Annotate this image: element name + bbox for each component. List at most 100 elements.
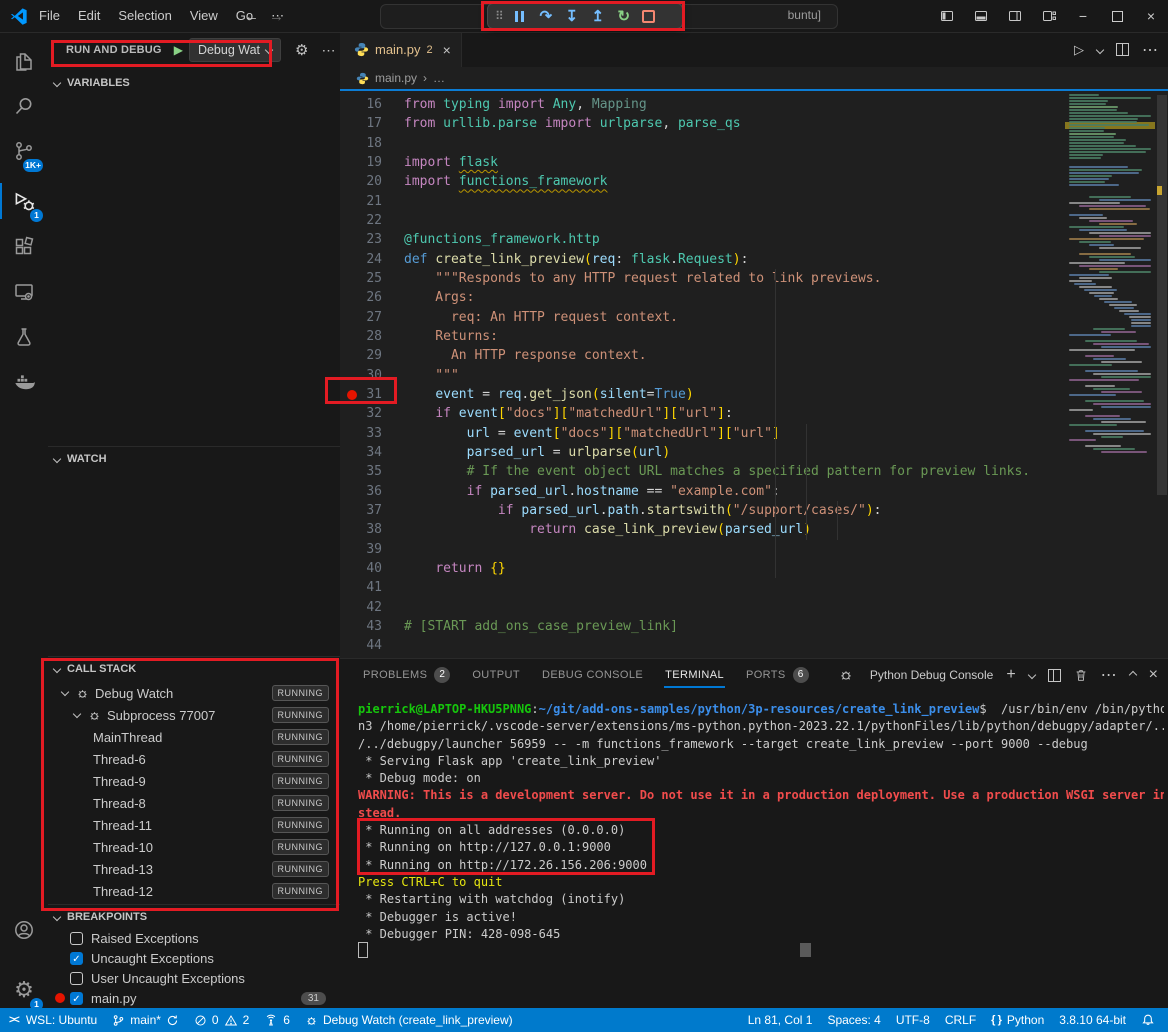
problems-item[interactable]: 0 2: [194, 1013, 249, 1027]
panel-tab-output[interactable]: OUTPUT: [461, 659, 531, 691]
breakpoint-dot: [55, 993, 65, 1003]
kill-terminal-icon[interactable]: [1074, 668, 1088, 682]
stop-icon[interactable]: [642, 10, 655, 23]
call-stack-row[interactable]: Thread-10RUNNING: [48, 836, 340, 858]
indentation[interactable]: Spaces: 4: [827, 1013, 880, 1027]
call-stack-section-header[interactable]: CALL STACK: [48, 658, 340, 680]
branch-item[interactable]: main*: [112, 1013, 179, 1027]
call-stack-row[interactable]: Thread-13RUNNING: [48, 858, 340, 880]
panel-tab-ports[interactable]: PORTS6: [735, 659, 820, 691]
menu-selection[interactable]: Selection: [109, 5, 180, 27]
notifications-bell-icon[interactable]: [1141, 1013, 1155, 1027]
search-icon[interactable]: [0, 84, 48, 128]
split-terminal-icon[interactable]: [1048, 669, 1061, 682]
breakpoint-dot[interactable]: [347, 390, 357, 400]
breakpoints-section-header[interactable]: BREAKPOINTS: [48, 906, 340, 928]
forward-icon[interactable]: →: [269, 8, 284, 25]
back-icon[interactable]: ←: [244, 8, 259, 25]
editor-scrollbar[interactable]: [1156, 91, 1168, 658]
views-more-icon[interactable]: ⋯: [321, 42, 335, 59]
close-panel-icon[interactable]: ×: [1149, 666, 1158, 684]
split-editor-icon[interactable]: [1116, 43, 1129, 56]
panel-tab-problems[interactable]: PROBLEMS2: [352, 659, 461, 691]
editor-more-icon[interactable]: ⋯: [1142, 40, 1158, 60]
toggle-sidebar-icon[interactable]: [930, 0, 964, 32]
remote-indicator[interactable]: >< WSL: Ubuntu: [9, 1013, 97, 1027]
source-control-icon[interactable]: 1K+: [0, 129, 48, 173]
start-debug-icon[interactable]: ▶: [174, 43, 183, 57]
settings-gear-icon[interactable]: ⚙ 1: [0, 968, 48, 1012]
close-icon[interactable]: ×: [1134, 0, 1168, 32]
breakpoint-row[interactable]: ✓Uncaught Exceptions: [48, 948, 340, 968]
breakpoint-row[interactable]: ✓main.py31: [48, 988, 340, 1008]
call-stack-row[interactable]: Thread-6RUNNING: [48, 748, 340, 770]
drag-handle-icon[interactable]: ⠿: [495, 9, 504, 23]
panel-tab-terminal[interactable]: TERMINAL: [654, 659, 735, 691]
scrollbar-thumb[interactable]: [800, 943, 811, 957]
run-and-debug-icon[interactable]: 1: [0, 179, 48, 223]
call-stack-row[interactable]: Subprocess 77007RUNNING: [48, 704, 340, 726]
tab-close-icon[interactable]: ×: [443, 42, 451, 58]
menu-view[interactable]: View: [181, 5, 227, 27]
call-stack-row[interactable]: MainThreadRUNNING: [48, 726, 340, 748]
checkbox[interactable]: ✓: [70, 952, 83, 965]
debug-status-item[interactable]: Debug Watch (create_link_preview): [305, 1013, 513, 1027]
run-python-icon[interactable]: ▷: [1074, 42, 1084, 58]
menu-file[interactable]: File: [30, 5, 69, 27]
panel-tab-debug-console[interactable]: DEBUG CONSOLE: [531, 659, 654, 691]
call-stack-row[interactable]: Thread-12RUNNING: [48, 880, 340, 902]
encoding[interactable]: UTF-8: [896, 1013, 930, 1027]
minimap[interactable]: [1065, 92, 1155, 592]
ports-item[interactable]: 6: [264, 1013, 290, 1027]
step-out-icon[interactable]: ↥: [588, 9, 608, 24]
terminal-dropdown-icon[interactable]: [1027, 671, 1035, 679]
customize-layout-icon[interactable]: [1032, 0, 1066, 32]
remote-explorer-icon[interactable]: [0, 270, 48, 314]
python-interpreter[interactable]: 3.8.10 64-bit: [1059, 1013, 1126, 1027]
testing-icon[interactable]: [0, 315, 48, 359]
launch-config-dropdown[interactable]: Debug Wat: [189, 38, 281, 62]
variables-section-header[interactable]: VARIABLES: [48, 72, 340, 94]
breakpoint-row[interactable]: User Uncaught Exceptions: [48, 968, 340, 988]
breakpoint-row[interactable]: Raised Exceptions: [48, 928, 340, 948]
watch-section-header[interactable]: WATCH: [48, 448, 340, 470]
call-stack-row[interactable]: Thread-9RUNNING: [48, 770, 340, 792]
call-stack-row[interactable]: Debug WatchRUNNING: [48, 682, 340, 704]
call-stack-row[interactable]: Thread-8RUNNING: [48, 792, 340, 814]
new-terminal-icon[interactable]: +: [1006, 667, 1015, 683]
call-stack-row[interactable]: Thread-11RUNNING: [48, 814, 340, 836]
eol-sequence[interactable]: CRLF: [945, 1013, 976, 1027]
scrollbar-thumb[interactable]: [1157, 95, 1167, 495]
checkbox[interactable]: ✓: [70, 992, 83, 1005]
indent-guide: [806, 424, 807, 540]
step-into-icon[interactable]: ↧: [562, 9, 582, 24]
checkbox[interactable]: [70, 932, 83, 945]
restart-icon[interactable]: ↻: [614, 9, 634, 24]
explorer-icon[interactable]: [0, 40, 48, 84]
breadcrumb[interactable]: main.py › …: [340, 67, 1168, 89]
docker-icon[interactable]: [0, 359, 48, 403]
toggle-secondary-sidebar-icon[interactable]: [998, 0, 1032, 32]
language-mode[interactable]: { } Python: [991, 1013, 1044, 1027]
pause-icon[interactable]: [510, 11, 530, 22]
terminal-name[interactable]: Python Debug Console: [870, 668, 993, 682]
breadcrumb-symbol[interactable]: …: [433, 71, 445, 85]
breadcrumb-file[interactable]: main.py: [375, 71, 417, 85]
terminal[interactable]: pierrick@LAPTOP-HKU5PNNG:~/git/add-ons-s…: [358, 701, 1164, 1008]
run-dropdown-icon[interactable]: [1096, 45, 1104, 53]
step-over-icon[interactable]: ↷: [536, 9, 556, 24]
minimize-icon[interactable]: −: [1066, 0, 1100, 32]
panel-more-icon[interactable]: ⋯: [1101, 665, 1117, 685]
minimap-line: [1093, 388, 1130, 390]
cursor-position[interactable]: Ln 81, Col 1: [748, 1013, 813, 1027]
checkbox[interactable]: [70, 972, 83, 985]
tab-main-py[interactable]: main.py 2 ×: [340, 32, 462, 67]
maximize-icon[interactable]: [1100, 0, 1134, 32]
menu-edit[interactable]: Edit: [69, 5, 109, 27]
maximize-panel-icon[interactable]: [1128, 671, 1136, 679]
toggle-panel-icon[interactable]: [964, 0, 998, 32]
account-icon[interactable]: [0, 908, 48, 952]
extensions-icon[interactable]: [0, 225, 48, 269]
configure-gear-icon[interactable]: ⚙: [295, 43, 308, 58]
code-editor[interactable]: 16from typing import Any, Mapping17from …: [340, 91, 1065, 658]
